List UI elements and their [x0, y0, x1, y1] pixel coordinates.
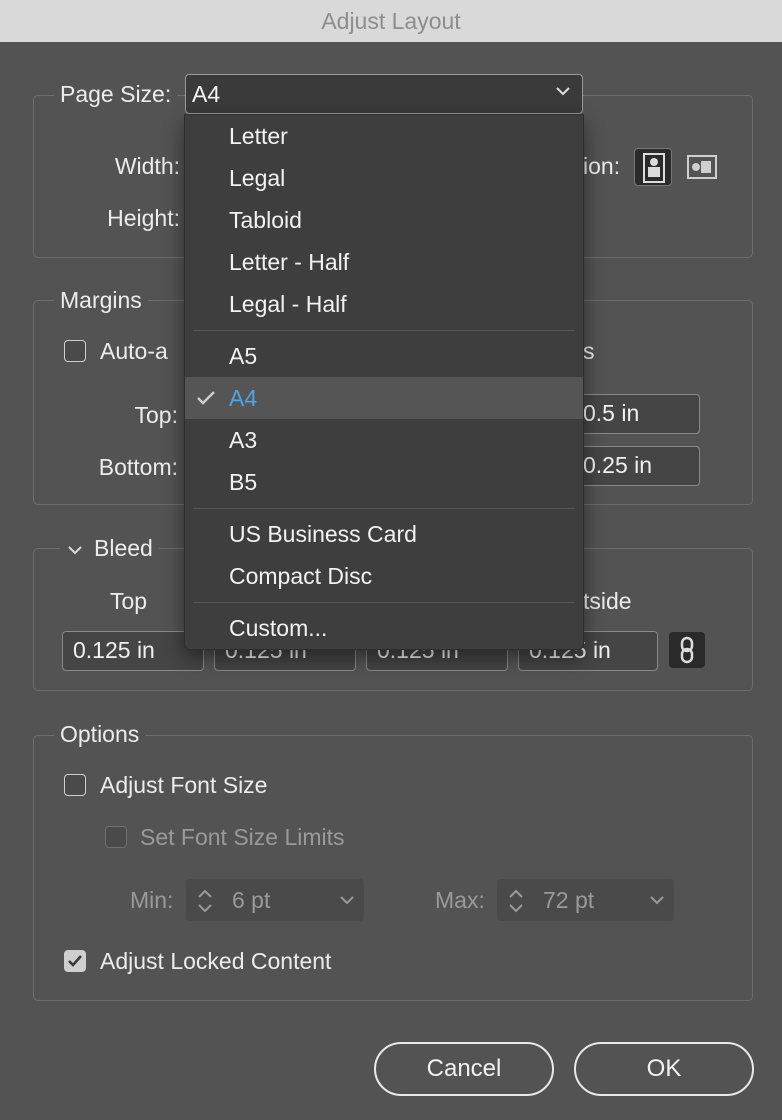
page-size-label: Page Size: [54, 80, 178, 108]
margin-outside-field[interactable]: 0.5 in [572, 394, 700, 434]
chevron-down-icon [340, 896, 354, 905]
margin-top-label: Top: [134, 402, 178, 428]
menu-item-tabloid[interactable]: Tabloid [185, 199, 583, 241]
bleed-outside-label: tside [583, 588, 632, 614]
landscape-icon [687, 155, 717, 179]
stepper-arrows-icon [198, 889, 212, 913]
min-label: Min: [130, 887, 174, 913]
bleed-top-label: Top [110, 588, 148, 614]
set-font-size-limits-label: Set Font Size Limits [140, 824, 345, 850]
menu-item-us-business-card[interactable]: US Business Card [185, 513, 583, 555]
set-font-size-limits-checkbox[interactable] [105, 826, 127, 848]
adjust-font-size-label: Adjust Font Size [100, 772, 268, 798]
options-legend: Options [54, 720, 146, 748]
menu-separator [193, 508, 575, 509]
max-font-size-value: 72 pt [543, 887, 595, 913]
window-title-bar: Adjust Layout [0, 0, 782, 42]
ok-button[interactable]: OK [574, 1042, 754, 1096]
portrait-orientation-button[interactable] [634, 148, 672, 186]
menu-separator [193, 602, 575, 603]
min-font-size-value: 6 pt [232, 887, 271, 913]
margins-legend: Margins [54, 286, 148, 314]
max-label: Max: [435, 887, 485, 913]
margin-bottom-right-value: 0.25 in [583, 452, 653, 478]
menu-item-a4-label: A4 [229, 385, 258, 411]
menu-separator [193, 330, 575, 331]
cancel-button[interactable]: Cancel [374, 1042, 554, 1096]
menu-item-a5[interactable]: A5 [185, 335, 583, 377]
adjust-locked-content-checkbox[interactable] [64, 950, 86, 972]
menu-item-legal-half[interactable]: Legal - Half [185, 283, 583, 325]
menu-item-b5[interactable]: B5 [185, 461, 583, 503]
margins-right-label: s [583, 338, 595, 364]
bleed-label: Bleed [94, 535, 153, 561]
menu-item-letter-half[interactable]: Letter - Half [185, 241, 583, 283]
bleed-legend[interactable]: Bleed [60, 534, 159, 562]
menu-item-legal[interactable]: Legal [185, 157, 583, 199]
margin-bottom-label: Bottom: [98, 454, 178, 480]
chevron-down-icon [556, 87, 570, 96]
link-bleed-button[interactable] [669, 632, 705, 668]
margin-bottom-right-field[interactable]: 0.25 in [572, 446, 700, 486]
max-font-size-stepper[interactable]: 72 pt [497, 879, 674, 921]
checkmark-icon [68, 955, 82, 967]
menu-item-custom[interactable]: Custom... [185, 607, 583, 649]
landscape-orientation-button[interactable] [682, 148, 720, 186]
bleed-top-value: 0.125 in [73, 637, 155, 663]
chain-link-icon [680, 636, 694, 664]
bleed-top-field[interactable]: 0.125 in [62, 631, 204, 671]
chevron-down-icon [650, 896, 664, 905]
auto-adjust-label: Auto-a [100, 338, 168, 364]
menu-item-a4[interactable]: A4 [185, 377, 583, 419]
width-label: Width: [114, 153, 180, 179]
checkmark-icon [197, 391, 215, 405]
page-size-select[interactable]: A4 [185, 74, 583, 114]
menu-item-a3[interactable]: A3 [185, 419, 583, 461]
chevron-down-icon [68, 546, 82, 555]
page-size-dropdown-menu: Letter Legal Tabloid Letter - Half Legal… [184, 114, 584, 650]
height-label: Height: [107, 205, 180, 231]
menu-item-letter[interactable]: Letter [185, 115, 583, 157]
margin-outside-value: 0.5 in [583, 400, 640, 426]
adjust-font-size-checkbox[interactable] [64, 774, 86, 796]
min-font-size-stepper[interactable]: 6 pt [186, 879, 364, 921]
orientation-label: ion: [583, 153, 621, 179]
auto-adjust-checkbox[interactable] [64, 340, 86, 362]
adjust-locked-content-label: Adjust Locked Content [100, 948, 332, 974]
stepper-arrows-icon [509, 889, 523, 913]
menu-item-compact-disc[interactable]: Compact Disc [185, 555, 583, 597]
portrait-icon [643, 153, 665, 183]
window-title: Adjust Layout [321, 7, 461, 34]
page-size-value: A4 [192, 81, 221, 107]
